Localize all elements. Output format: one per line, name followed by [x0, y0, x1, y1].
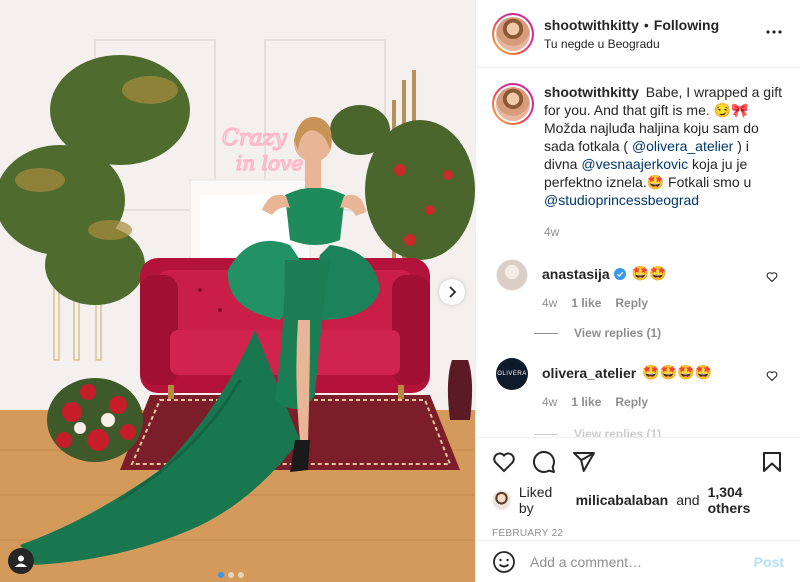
post-photo[interactable]: Crazy in love: [0, 0, 475, 582]
verified-icon: [613, 267, 626, 280]
post-actions: Liked by milicabalaban and 1,304 others …: [476, 437, 800, 539]
heart-icon: [493, 452, 515, 473]
view-replies-button[interactable]: View replies (1): [534, 427, 784, 437]
caption-username[interactable]: shootwithkitty: [544, 84, 639, 100]
carousel-dots: [218, 572, 244, 578]
post-date[interactable]: FEBRUARY 22: [492, 528, 784, 539]
likes-summary: Liked by milicabalaban and 1,304 others: [492, 484, 784, 516]
author-username[interactable]: shootwithkitty: [544, 17, 639, 33]
post-caption: shootwithkitty Babe, I wrapped a gift fo…: [492, 83, 784, 241]
likes-others-link[interactable]: 1,304 others: [708, 484, 784, 516]
following-button[interactable]: Following: [654, 17, 719, 33]
user-tags-button[interactable]: [8, 548, 34, 574]
comment-likes[interactable]: 1 like: [571, 395, 601, 409]
comment-time[interactable]: 4w: [542, 395, 557, 409]
reply-button[interactable]: Reply: [615, 296, 648, 310]
caption-time[interactable]: 4w: [544, 223, 784, 241]
commenter-username[interactable]: anastasija: [542, 266, 610, 282]
more-icon[interactable]: [764, 22, 784, 42]
comment-likes[interactable]: 1 like: [571, 296, 601, 310]
post-header: shootwithkitty • Following Tu negde u Be…: [476, 0, 800, 68]
like-button[interactable]: [492, 450, 516, 474]
post-details-panel: shootwithkitty • Following Tu negde u Be…: [475, 0, 800, 582]
share-icon: [573, 452, 595, 472]
commenter-username[interactable]: olivera_atelier: [542, 365, 636, 381]
liker-username[interactable]: milicabalaban: [576, 492, 669, 508]
share-button[interactable]: [572, 450, 596, 474]
svg-text:in love: in love: [236, 151, 303, 175]
comment-time[interactable]: 4w: [542, 296, 557, 310]
comment-item: OLIVERA olivera_atelier 🤩🤩🤩🤩 4w 1 like R…: [492, 358, 784, 409]
caption-avatar[interactable]: [492, 83, 534, 125]
mention-link[interactable]: @studioprincessbeograd: [544, 192, 699, 208]
svg-text:Crazy: Crazy: [222, 126, 287, 151]
carousel-dot: [228, 572, 234, 578]
mention-link[interactable]: @olivera_atelier: [632, 138, 733, 154]
commenter-avatar[interactable]: OLIVERA: [496, 358, 528, 390]
liked-conj: and: [676, 492, 700, 508]
reply-button[interactable]: Reply: [615, 395, 648, 409]
comment-like-heart-icon[interactable]: [766, 271, 778, 283]
mention-link[interactable]: @vesnaajerkovic: [581, 156, 688, 172]
carousel-dot: [238, 572, 244, 578]
liked-by-label: Liked by: [518, 484, 553, 516]
comment-icon: [532, 450, 555, 473]
carousel-dot: [218, 572, 224, 578]
view-replies-button[interactable]: View replies (1): [534, 326, 784, 340]
add-comment-bar: Post: [476, 540, 800, 582]
author-avatar[interactable]: [492, 12, 534, 55]
comment-text: 🤩🤩: [631, 265, 667, 281]
comments-list[interactable]: shootwithkitty Babe, I wrapped a gift fo…: [476, 69, 800, 437]
emoji-button[interactable]: [492, 550, 516, 574]
save-button[interactable]: [760, 450, 784, 474]
dress: [285, 187, 345, 245]
photo-illustration: Crazy in love: [0, 0, 475, 582]
comment-button[interactable]: [532, 450, 556, 474]
post-location[interactable]: Tu negde u Beogradu: [544, 37, 719, 51]
chevron-right-icon: [449, 286, 457, 298]
save-icon: [763, 452, 781, 472]
comment-like-heart-icon[interactable]: [766, 370, 778, 382]
next-photo-button[interactable]: [439, 279, 465, 305]
commenter-avatar[interactable]: [496, 259, 528, 291]
liker-avatar[interactable]: [492, 490, 511, 510]
comment-input[interactable]: [530, 553, 754, 570]
emoji-icon: [493, 550, 515, 573]
comment-text: 🤩🤩🤩🤩: [642, 364, 712, 380]
post-comment-button[interactable]: Post: [754, 554, 784, 570]
separator: •: [643, 16, 649, 33]
user-tag-icon: [15, 555, 27, 567]
comment-item: anastasija 🤩🤩 4w 1 like Reply: [492, 259, 784, 310]
